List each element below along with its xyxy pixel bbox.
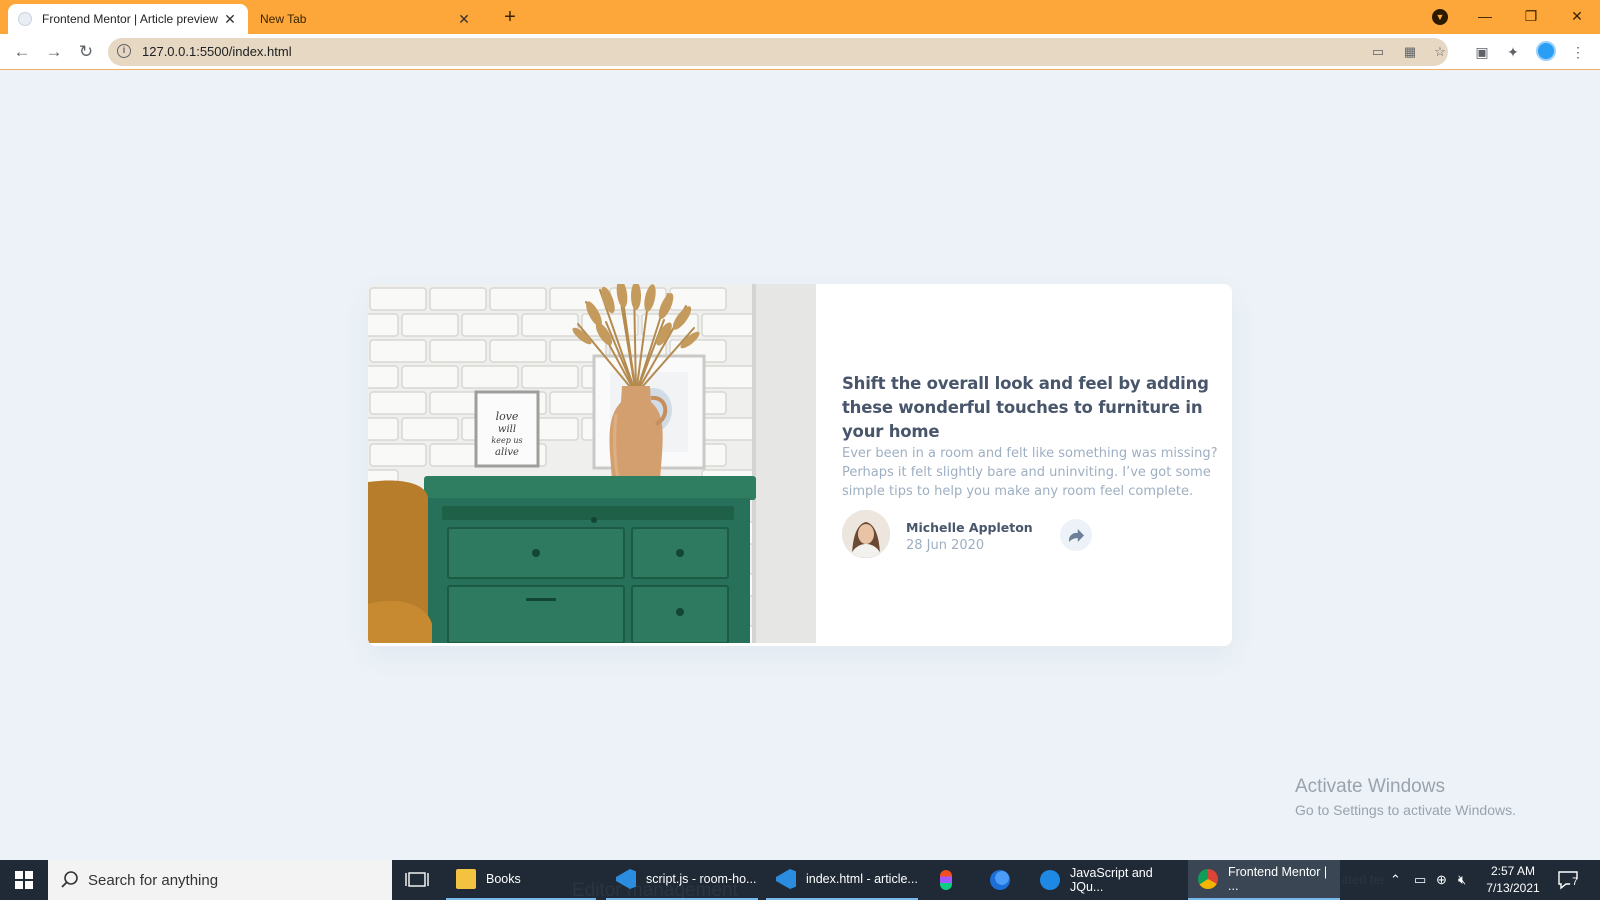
- notification-center-icon[interactable]: 7: [1556, 868, 1582, 892]
- taskbar-app-label: script.js - room-ho...: [646, 872, 757, 886]
- minimize-icon[interactable]: —: [1462, 0, 1508, 34]
- share-arrow-icon: [1068, 528, 1084, 542]
- task-view-icon[interactable]: [400, 860, 434, 900]
- extensions-puzzle-icon[interactable]: ✦: [1503, 42, 1523, 62]
- taskbar-app-chrome[interactable]: Frontend Mentor | ...: [1188, 860, 1340, 900]
- svg-text:keep us: keep us: [491, 436, 522, 445]
- menu-dots-icon[interactable]: ⋮: [1568, 42, 1588, 62]
- window-controls: — ❐ ✕: [1462, 0, 1600, 34]
- share-button[interactable]: [1060, 519, 1092, 551]
- site-info-icon[interactable]: i: [117, 44, 131, 58]
- bookmark-star-icon[interactable]: ☆: [1432, 45, 1448, 59]
- new-tab-plus-icon[interactable]: +: [498, 5, 522, 29]
- clock-date: 7/13/2021: [1486, 881, 1540, 895]
- edge-icon: [1040, 870, 1060, 890]
- drawers-illustration: love will keep us alive: [368, 284, 816, 643]
- tab-favicon-icon: [18, 12, 32, 26]
- drawers-photo: love will keep us alive: [368, 284, 816, 643]
- frame-text-line-1: love: [496, 410, 519, 423]
- meet-now-icon[interactable]: ▭: [1414, 860, 1426, 900]
- taskbar-app-figma[interactable]: [930, 860, 974, 900]
- search-icon: [61, 871, 78, 888]
- browser-toolbar: ← → ↻ i 127.0.0.1:5500/index.html ▭ ▦ ☆ …: [0, 34, 1600, 70]
- article-content: Shift the overall look and feel by addin…: [842, 372, 1222, 501]
- svg-text:alive: alive: [495, 447, 519, 458]
- reload-icon[interactable]: ↻: [74, 40, 98, 64]
- article-excerpt: Ever been in a room and felt like someth…: [842, 446, 1218, 499]
- figma-icon: [940, 870, 952, 890]
- start-windows-icon[interactable]: [0, 860, 48, 900]
- close-window-icon[interactable]: ✕: [1554, 0, 1600, 34]
- browser-tab-bar: Frontend Mentor | Article preview ✕ New …: [0, 0, 1600, 34]
- taskbar-search-box[interactable]: Search for anything: [48, 860, 392, 900]
- taskbar-app-firefox[interactable]: [980, 860, 1024, 900]
- windows-taskbar: Editor management ated ter Search for an…: [0, 860, 1600, 900]
- profile-avatar-icon[interactable]: [1536, 41, 1556, 61]
- tab-search-dropdown-icon[interactable]: ▼: [1432, 9, 1448, 25]
- tab-article-preview[interactable]: Frontend Mentor | Article preview ✕: [8, 4, 248, 34]
- folder-icon: [456, 869, 476, 889]
- volume-muted-icon[interactable]: 🔇︎: [1458, 860, 1466, 900]
- taskbar-app-label: Frontend Mentor | ...: [1228, 865, 1328, 893]
- tab-new-tab[interactable]: New Tab ✕: [250, 4, 482, 34]
- author-row: Michelle Appleton 28 Jun 2020: [842, 510, 1222, 560]
- author-name: Michelle Appleton: [906, 520, 1033, 535]
- notification-count: 7: [1572, 876, 1579, 888]
- article-preview-card: love will keep us alive Shift the overal…: [368, 284, 1232, 646]
- restore-icon[interactable]: ❐: [1508, 0, 1554, 34]
- show-hidden-icons-chevron-icon[interactable]: ⌃: [1390, 860, 1401, 900]
- close-tab-icon[interactable]: ✕: [222, 11, 238, 28]
- address-bar[interactable]: i 127.0.0.1:5500/index.html ▭ ▦ ☆: [108, 38, 1448, 66]
- taskbar-app-label: index.html - article...: [806, 872, 918, 886]
- taskbar-app-index-html[interactable]: index.html - article...: [766, 860, 918, 900]
- qr-code-icon[interactable]: ▦: [1402, 45, 1418, 59]
- chrome-icon: [1198, 869, 1218, 889]
- tab-title: New Tab: [260, 12, 307, 26]
- taskbar-app-label: Books: [486, 872, 521, 886]
- vscode-icon: [776, 869, 796, 889]
- firefox-icon: [990, 870, 1010, 890]
- activate-windows-subtitle: Go to Settings to activate Windows.: [1295, 802, 1516, 818]
- taskbar-clock[interactable]: 2:57 AM 7/13/2021: [1478, 863, 1548, 897]
- taskbar-app-label: JavaScript and JQu...: [1070, 866, 1153, 894]
- svg-text:will: will: [498, 424, 516, 435]
- forward-arrow-icon[interactable]: →: [42, 40, 66, 64]
- search-placeholder: Search for anything: [88, 872, 219, 889]
- taskbar-app-books[interactable]: Books: [446, 860, 596, 900]
- background-window-text-2: ated ter: [1341, 872, 1386, 887]
- activate-windows-title: Activate Windows: [1295, 776, 1445, 797]
- back-arrow-icon[interactable]: ←: [10, 40, 34, 64]
- extension-square-icon[interactable]: ▣: [1472, 42, 1492, 62]
- article-headline[interactable]: Shift the overall look and feel by addin…: [842, 372, 1222, 444]
- author-avatar: [842, 510, 890, 558]
- tab-title: Frontend Mentor | Article preview: [42, 12, 218, 26]
- close-tab-icon[interactable]: ✕: [456, 11, 472, 28]
- taskbar-app-script-js[interactable]: script.js - room-ho...: [606, 860, 758, 900]
- vscode-icon: [616, 869, 636, 889]
- network-globe-icon[interactable]: ⊕: [1436, 860, 1447, 900]
- publish-date: 28 Jun 2020: [906, 538, 985, 553]
- cast-icon[interactable]: ▭: [1370, 45, 1386, 59]
- address-url[interactable]: 127.0.0.1:5500/index.html: [142, 44, 292, 59]
- taskbar-app-edge[interactable]: JavaScript and JQu...: [1030, 860, 1182, 900]
- clock-time: 2:57 AM: [1490, 864, 1536, 878]
